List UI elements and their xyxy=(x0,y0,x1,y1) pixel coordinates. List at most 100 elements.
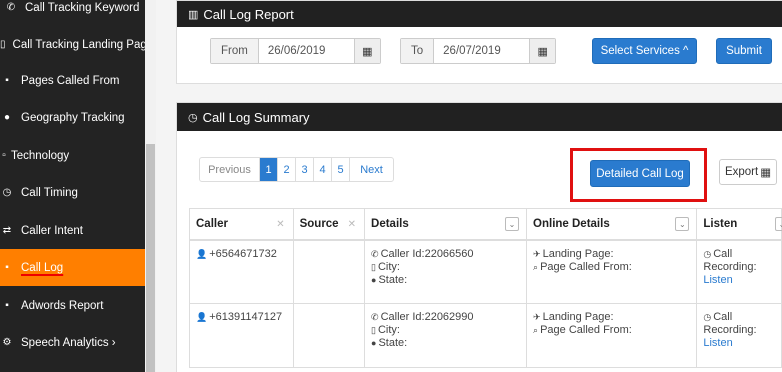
sidebar-item-label: Caller Intent xyxy=(21,224,84,237)
sidebar-item-pages-called-from[interactable]: ▪ Pages Called From xyxy=(0,62,145,99)
globe-icon: ● xyxy=(371,338,377,348)
highlight-box xyxy=(570,148,707,202)
source-cell xyxy=(292,239,366,304)
column-label: Listen xyxy=(703,217,738,230)
to-label: To xyxy=(401,39,435,63)
intent-icon: ⇄ xyxy=(2,225,12,236)
caller-id: Caller Id:22066560 xyxy=(380,247,474,260)
file-icon: ▪ xyxy=(5,262,9,273)
panel-title: Call Log Report xyxy=(203,6,294,22)
file-icon: ▪ xyxy=(5,300,9,311)
column-label: Details xyxy=(371,217,409,230)
plane-icon: ✈ xyxy=(533,248,541,259)
search-icon: ⌕ xyxy=(533,261,539,272)
submit-button[interactable]: Submit xyxy=(716,38,772,64)
pagination-page[interactable]: 5 xyxy=(332,158,350,181)
landing-page: Landing Page: xyxy=(542,311,614,323)
pagination-previous[interactable]: Previous xyxy=(200,158,260,181)
phone-icon: ✆ xyxy=(371,248,379,259)
sidebar-item-geography-tracking[interactable]: ● Geography Tracking xyxy=(0,99,145,136)
clock-icon: ◷ xyxy=(703,312,712,322)
to-date-input[interactable] xyxy=(434,39,530,63)
close-icon[interactable]: ✕ xyxy=(348,219,356,230)
gear-icon: ⚙ xyxy=(2,337,12,348)
column-header-source[interactable]: Source ✕ xyxy=(292,208,366,241)
table-row[interactable]: 👤 +61391147127 ✆ Caller Id:22062990 ▯ City:… xyxy=(189,303,782,368)
sidebar-item-call-timing[interactable]: ◷ Call Timing xyxy=(0,174,145,211)
sidebar-item-label: Call Tracking Keyword xyxy=(25,1,140,14)
column-header-caller[interactable]: Caller ✕ xyxy=(189,208,294,241)
laptop-icon: ▫ xyxy=(2,150,6,161)
chevron-down-icon[interactable]: ⌄ xyxy=(775,217,782,231)
sidebar-item-technology[interactable]: ▫ Technology xyxy=(0,137,145,174)
pagination-page[interactable]: 2 xyxy=(278,158,296,181)
landing-page: Landing Page: xyxy=(542,247,614,260)
phone-icon: ✆ xyxy=(6,2,16,13)
export-button[interactable]: Export ▦ xyxy=(719,159,777,185)
state: State: xyxy=(378,337,408,349)
sidebar-item-label: Call Timing xyxy=(21,186,78,199)
pagination-page[interactable]: 4 xyxy=(314,158,332,181)
pagination: Previous 1 2 3 4 5 Next xyxy=(199,157,394,182)
table-icon: ▦ xyxy=(760,167,772,179)
table-row[interactable]: 👤 +6564671732 ✆ Caller Id:22066560 ▯ City: … xyxy=(189,239,782,304)
sidebar-item-label: Speech Analytics › xyxy=(21,336,116,349)
sidebar-item-call-tracking-landing-page[interactable]: ▯ Call Tracking Landing Page xyxy=(0,26,145,63)
select-services-button[interactable]: Select Services ^ xyxy=(592,38,697,64)
column-header-online-details[interactable]: Online Details ⌄ xyxy=(526,208,698,241)
panel-header: ▥ Call Log Report xyxy=(177,1,782,27)
to-date-group: To ▦ xyxy=(400,38,557,64)
caller-number: +6564671732 xyxy=(209,247,277,260)
listen-link[interactable]: Listen xyxy=(703,337,775,350)
pagination-page[interactable]: 3 xyxy=(296,158,314,181)
chevron-down-icon[interactable]: ⌄ xyxy=(505,217,520,231)
bar-chart-icon: ▥ xyxy=(188,8,199,21)
listen-recording: Recording: xyxy=(703,324,757,336)
column-header-details[interactable]: Details ⌄ xyxy=(364,208,528,241)
call-log-table: Caller ✕ Source ✕ Details ⌄ Online Detai… xyxy=(189,208,782,368)
caller-number: +61391147127 xyxy=(209,311,283,323)
listen-call: Call xyxy=(713,311,733,323)
sidebar-item-adwords-report[interactable]: ▪ Adwords Report xyxy=(0,287,145,324)
sidebar-item-caller-intent[interactable]: ⇄ Caller Intent xyxy=(0,212,145,249)
globe-icon: ● xyxy=(371,274,377,285)
column-header-listen[interactable]: Listen ⌄ xyxy=(696,208,782,241)
from-label: From xyxy=(211,39,259,63)
calendar-icon[interactable]: ▦ xyxy=(529,39,556,63)
sidebar-scrollbar-thumb[interactable] xyxy=(146,144,155,372)
source-cell xyxy=(292,303,366,368)
clock-icon: ◷ xyxy=(703,248,712,259)
city: City: xyxy=(377,260,400,273)
listen-link[interactable]: Listen xyxy=(703,274,775,287)
search-icon: ⌕ xyxy=(533,325,539,335)
pagination-next[interactable]: Next xyxy=(350,158,393,181)
map-icon: ▯ xyxy=(371,325,376,335)
sidebar-item-call-log[interactable]: ▪ Call Log xyxy=(0,249,145,286)
sidebar-item-call-tracking-keyword[interactable]: ✆ Call Tracking Keyword xyxy=(0,0,145,26)
column-label: Source xyxy=(299,217,339,230)
sidebar-item-label: Pages Called From xyxy=(21,74,120,87)
export-label: Export xyxy=(724,166,759,178)
plane-icon: ✈ xyxy=(533,312,541,322)
clock-icon: ◷ xyxy=(2,187,12,198)
sidebar: ✆ Call Tracking Keyword ▯ Call Tracking … xyxy=(0,0,145,372)
sidebar-item-label: Technology xyxy=(11,149,70,162)
calendar-icon[interactable]: ▦ xyxy=(353,39,380,63)
sidebar-item-label: Call Log xyxy=(21,261,64,274)
pagination-page[interactable]: 1 xyxy=(260,158,278,181)
page-called-from: Page Called From: xyxy=(540,324,632,336)
phone-icon: ✆ xyxy=(371,312,379,322)
from-date-group: From ▦ xyxy=(210,38,381,64)
city: City: xyxy=(377,324,400,336)
close-icon[interactable]: ✕ xyxy=(276,219,284,230)
clock-icon: ◷ xyxy=(188,111,198,124)
file-icon: ▪ xyxy=(5,75,9,86)
column-label: Online Details xyxy=(533,217,610,230)
state: State: xyxy=(378,273,408,286)
map-icon: ▯ xyxy=(371,261,376,272)
sidebar-item-speech-analytics[interactable]: ⚙ Speech Analytics › xyxy=(0,324,145,361)
from-date-input[interactable] xyxy=(258,39,354,63)
chevron-down-icon[interactable]: ⌄ xyxy=(675,217,690,231)
sidebar-item-label: Call Tracking Landing Page xyxy=(12,38,145,51)
globe-icon: ● xyxy=(3,112,11,123)
